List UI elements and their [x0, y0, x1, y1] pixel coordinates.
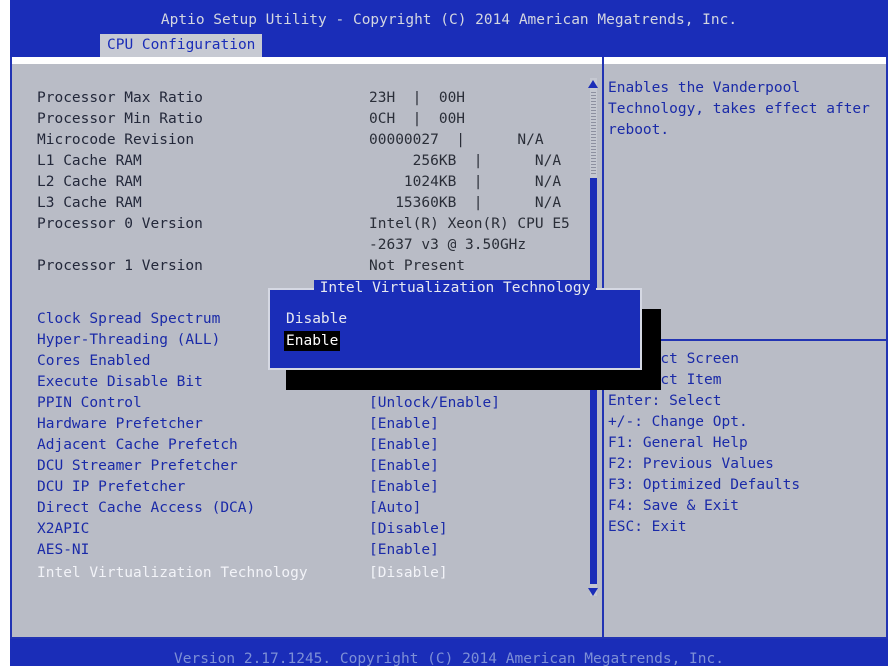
setting-hyper-threading[interactable]: Hyper-Threading (ALL): [37, 330, 220, 350]
setting-label: PPIN Control: [37, 395, 142, 411]
scroll-up-arrow-icon[interactable]: [588, 80, 598, 88]
info-label: Processor 0 Version: [37, 216, 203, 232]
info-value: Not Present: [369, 258, 466, 274]
setting-value: [Disable]: [369, 565, 448, 581]
setting-label: AES-NI: [37, 542, 90, 558]
popup-title-text: Intel Virtualization Technology: [313, 280, 597, 296]
info-row: L2 Cache RAM 1024KB | N/A: [37, 172, 561, 192]
popup-title: Intel Virtualization Technology: [270, 280, 640, 296]
setting-label: Hardware Prefetcher: [37, 416, 203, 432]
scroll-down-arrow-icon[interactable]: [588, 588, 598, 596]
setting-clock-spread-spectrum[interactable]: Clock Spread Spectrum: [37, 309, 220, 329]
info-row: Processor 0 Version Intel(R) Xeon(R) CPU …: [37, 214, 570, 234]
info-label: Processor Max Ratio: [37, 90, 203, 106]
help-text: Enables the Vanderpool Technology, takes…: [608, 80, 870, 138]
setting-label: Clock Spread Spectrum: [37, 311, 221, 327]
setting-hardware-prefetcher[interactable]: Hardware Prefetcher [Enable]: [37, 414, 439, 434]
setting-label: Cores Enabled: [37, 353, 151, 369]
footer-bar: Version 2.17.1245. Copyright (C) 2014 Am…: [10, 639, 888, 666]
info-label: Microcode Revision: [37, 132, 195, 148]
setting-cores-enabled[interactable]: Cores Enabled: [37, 351, 151, 371]
setting-label: Intel Virtualization Technology: [37, 565, 308, 581]
setting-adjacent-cache-prefetch[interactable]: Adjacent Cache Prefetch [Enable]: [37, 435, 439, 455]
setting-value: [Disable]: [369, 521, 448, 537]
info-row: Processor Max Ratio 23H | 00H: [37, 88, 465, 108]
info-value: 00000027 | N/A: [369, 132, 544, 148]
tab-cpu-configuration[interactable]: CPU Configuration: [100, 34, 263, 57]
key-legend-item: Enter: Select: [608, 393, 722, 409]
setting-value: [Enable]: [369, 458, 439, 474]
setting-execute-disable-bit[interactable]: Execute Disable Bit: [37, 372, 203, 392]
setting-label: Hyper-Threading (ALL): [37, 332, 221, 348]
setting-dcu-ip-prefetcher[interactable]: DCU IP Prefetcher [Enable]: [37, 477, 439, 497]
info-value: Intel(R) Xeon(R) CPU E5: [369, 216, 570, 232]
key-legend-item: F1: General Help: [608, 435, 748, 451]
setting-label: DCU Streamer Prefetcher: [37, 458, 238, 474]
info-row: Microcode Revision 00000027 | N/A: [37, 130, 544, 150]
setting-value: [Enable]: [369, 542, 439, 558]
info-row: L3 Cache RAM 15360KB | N/A: [37, 193, 561, 213]
info-row: Processor 1 Version Not Present: [37, 256, 465, 276]
info-value: 0CH | 00H: [369, 111, 466, 127]
header-bar: Aptio Setup Utility - Copyright (C) 2014…: [10, 0, 888, 57]
setting-aes-ni[interactable]: AES-NI [Enable]: [37, 540, 439, 560]
setting-label: Direct Cache Access (DCA): [37, 500, 256, 516]
setting-intel-virtualization-technology[interactable]: Intel Virtualization Technology [Disable]: [37, 563, 448, 583]
info-label: L1 Cache RAM: [37, 153, 142, 169]
setting-ppin-control[interactable]: PPIN Control [Unlock/Enable]: [37, 393, 500, 413]
key-legend-item: ESC: Exit: [608, 519, 687, 535]
setting-direct-cache-access[interactable]: Direct Cache Access (DCA) [Auto]: [37, 498, 421, 518]
info-row: L1 Cache RAM 256KB | N/A: [37, 151, 561, 171]
setting-label: DCU IP Prefetcher: [37, 479, 186, 495]
screen-edge: [0, 0, 10, 666]
info-value: 15360KB | N/A: [369, 195, 562, 211]
info-label: Processor Min Ratio: [37, 111, 203, 127]
info-value: 1024KB | N/A: [369, 174, 562, 190]
setting-value: [Enable]: [369, 437, 439, 453]
key-legend-item: F4: Save & Exit: [608, 498, 739, 514]
setting-label: Execute Disable Bit: [37, 374, 203, 390]
setting-value: [Unlock/Enable]: [369, 395, 500, 411]
bios-screen: Aptio Setup Utility - Copyright (C) 2014…: [0, 0, 888, 666]
header-title: Aptio Setup Utility - Copyright (C) 2014…: [160, 12, 738, 28]
setting-label: Adjacent Cache Prefetch: [37, 437, 238, 453]
scrollbar-texture: [591, 92, 596, 176]
key-legend-item: F2: Previous Values: [608, 456, 774, 472]
option-popup: Intel Virtualization Technology Disable …: [268, 280, 642, 370]
info-value: -2637 v3 @ 3.50GHz: [369, 237, 527, 253]
info-label: L2 Cache RAM: [37, 174, 142, 190]
info-value: 256KB | N/A: [369, 153, 562, 169]
key-legend-item: +/-: Change Opt.: [608, 414, 748, 430]
info-value: 23H | 00H: [369, 90, 466, 106]
setting-value: [Auto]: [369, 500, 422, 516]
key-legend-item: F3: Optimized Defaults: [608, 477, 801, 493]
popup-option-enable[interactable]: Enable: [284, 331, 341, 351]
setting-value: [Enable]: [369, 479, 439, 495]
info-label: Processor 1 Version: [37, 258, 203, 274]
popup-option-disable[interactable]: Disable: [286, 309, 347, 329]
setting-label: X2APIC: [37, 521, 90, 537]
setting-dcu-streamer-prefetcher[interactable]: DCU Streamer Prefetcher [Enable]: [37, 456, 439, 476]
setting-x2apic[interactable]: X2APIC [Disable]: [37, 519, 448, 539]
setting-value: [Enable]: [369, 416, 439, 432]
info-label: L3 Cache RAM: [37, 195, 142, 211]
info-row: Processor Min Ratio 0CH | 00H: [37, 109, 465, 129]
